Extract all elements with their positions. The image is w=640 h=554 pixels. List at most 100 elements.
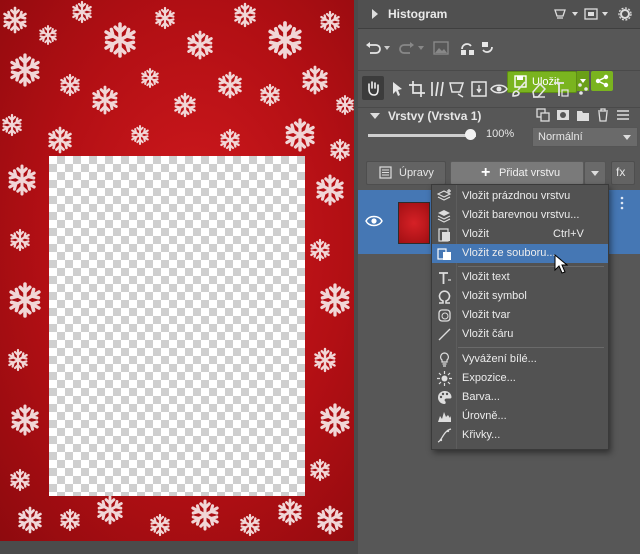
eye-icon[interactable] [490,80,508,98]
menu-item-levels[interactable]: Úrovně... [432,407,608,426]
blend-mode-value: Normální [538,131,583,143]
christmas-photo [0,0,354,541]
redo-icon[interactable] [398,39,416,57]
menu-item-symbol[interactable]: Vložit symbol [432,287,608,306]
menu-item-shortcut: Ctrl+V [553,228,584,240]
omega-icon [438,290,451,304]
menu-item-exposure[interactable]: Expozice... [432,369,608,388]
snowflake-decoration [92,85,118,115]
gear-icon[interactable] [618,7,632,21]
snowflake-decoration [268,21,302,59]
menu-item-label: Expozice... [462,372,516,384]
menu-item-paste[interactable]: Vložit Ctrl+V [432,225,608,244]
hand-icon [368,81,379,96]
chevron-down-icon[interactable] [602,11,608,17]
fx-button[interactable]: fx [611,161,635,185]
crop-icon[interactable] [408,80,426,98]
snowflake-decoration [8,348,28,372]
folder-icon[interactable] [576,108,590,122]
adjustments-button[interactable]: Úpravy [366,161,446,185]
menu-item-color-layer[interactable]: Vložit barevnou vrstvu... [432,206,608,225]
trash-icon[interactable] [596,108,610,122]
duplicate-layer-icon[interactable] [536,108,550,122]
straighten-icon[interactable] [428,80,446,98]
more-tools-icon[interactable] [576,80,594,98]
menu-item-label: Vložit text [462,271,510,283]
snowflake-decoration [150,513,170,537]
rotate-icon[interactable] [478,39,496,57]
chevron-down-icon[interactable] [384,45,390,51]
exposure-icon [437,371,452,386]
snowflake-decoration [72,0,92,24]
snowflake-decoration [302,65,328,95]
snowflake-decoration [310,458,330,482]
white-balance-icon [440,352,449,367]
add-layer-menu-button[interactable] [584,161,606,185]
image-icon[interactable] [432,39,450,57]
frame-icon[interactable] [470,80,488,98]
chevron-down-icon[interactable] [418,45,424,51]
add-layer-button[interactable]: + Přidat vrstvu [450,161,584,185]
snowflake-decoration [314,347,336,373]
text-tool-icon[interactable] [552,80,570,98]
layer-thumbnail[interactable] [398,202,430,244]
paste-icon [438,228,450,242]
clip-warning-icon[interactable] [554,7,568,21]
collapse-arrow-icon[interactable] [370,113,380,119]
shape-icon [438,309,451,322]
menu-icon[interactable] [616,108,630,122]
snowflake-decoration [320,10,340,34]
selection-icon[interactable] [448,80,466,98]
snowflake-decoration [174,92,196,118]
snowflake-decoration [187,30,213,60]
menu-item-paste-from-file[interactable]: Vložit ze souboru... [432,244,608,263]
menu-item-shape[interactable]: Vložit tvar [432,306,608,325]
layer-options-icon[interactable] [620,196,624,210]
menu-item-label: Křivky... [462,429,501,441]
adjustments-label: Úpravy [399,167,434,179]
blend-mode-select[interactable]: Normální [532,127,638,147]
menu-item-label: Vložit tvar [462,309,511,321]
menu-item-color[interactable]: Barva... [432,388,608,407]
hand-tool[interactable] [362,76,384,100]
line-icon [438,328,451,341]
menu-item-label: Barva... [462,391,500,403]
layers-header[interactable]: Vrstvy (Vrstva 1) [358,104,640,126]
add-layer-dropdown-menu: Vložit prázdnou vrstvu Vložit barevnou v… [431,184,609,450]
visibility-eye-icon[interactable] [365,214,383,228]
menu-item-label: Vyvážení bílé... [462,353,537,365]
pointer-icon[interactable] [388,80,406,98]
display-mode-icon[interactable] [584,7,598,21]
menu-item-line[interactable]: Vložit čáru [432,325,608,344]
brush-icon[interactable] [510,80,528,98]
menu-item-label: Vložit [462,228,489,240]
snowflake-decoration [141,68,159,88]
menu-separator [458,347,604,348]
menu-item-text[interactable]: Vložit text [432,268,608,287]
menu-item-empty-layer[interactable]: Vložit prázdnou vrstvu [432,187,608,206]
undo-icon[interactable] [364,39,382,57]
snowflake-decoration [260,83,280,107]
layer-mask-icon[interactable] [556,108,570,122]
snowflake-decoration [48,126,72,154]
menu-item-curves[interactable]: Křivky... [432,426,608,445]
opacity-slider-handle[interactable] [465,129,476,140]
histogram-header[interactable]: Histogram [358,0,640,29]
expand-arrow-icon[interactable] [372,9,378,19]
curves-icon [437,428,452,443]
chevron-down-icon[interactable] [572,11,578,17]
paste-from-file-icon [437,248,451,260]
snowflake-decoration [316,174,344,206]
snowflake-decoration [10,53,40,87]
menu-item-white-balance[interactable]: Vyvážení bílé... [432,350,608,369]
eraser-icon[interactable] [530,80,548,98]
image-canvas[interactable] [0,0,358,554]
snowflake-decoration [10,228,30,252]
compare-icon[interactable] [458,39,476,57]
menu-item-label: Vložit čáru [462,328,514,340]
menu-item-label: Vložit symbol [462,290,527,302]
snowflake-decoration [336,95,354,115]
plus-icon: + [481,164,491,181]
opacity-slider[interactable] [368,134,476,137]
snowflake-decoration [320,403,350,437]
